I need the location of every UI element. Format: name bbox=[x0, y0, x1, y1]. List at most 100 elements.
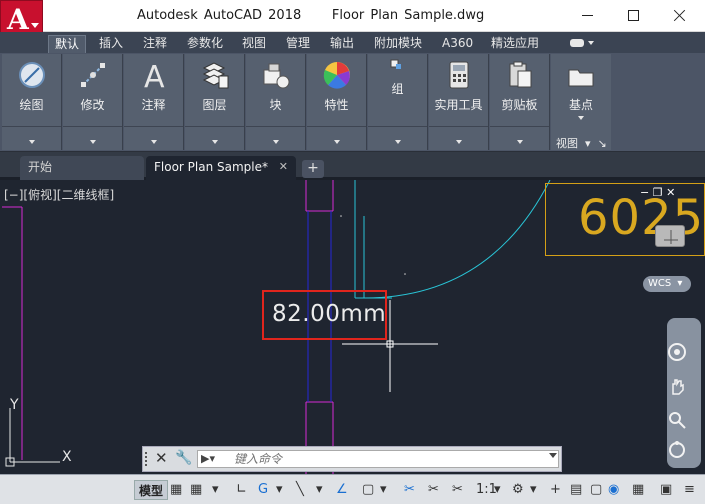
tab-floor-plan-sample[interactable]: Floor Plan Sample* ✕ bbox=[146, 156, 296, 180]
orbit-icon[interactable] bbox=[667, 440, 687, 460]
ribbon-group-expander[interactable] bbox=[368, 126, 427, 150]
tab-default[interactable]: 默认 bbox=[48, 35, 87, 53]
chevron-down-icon[interactable]: ▾ bbox=[212, 481, 219, 499]
isolate-objects-icon[interactable]: ▤ bbox=[570, 481, 582, 499]
minimize-icon[interactable]: − bbox=[640, 186, 649, 199]
customize-menu-icon[interactable]: ≡ bbox=[684, 481, 695, 499]
plus-icon[interactable]: + bbox=[550, 481, 561, 499]
viewport-controls-label[interactable]: [−][俯视][二维线框] bbox=[4, 186, 114, 203]
clean-screen-icon[interactable]: ◉ bbox=[608, 481, 619, 499]
chevron-down-icon[interactable]: ▾ bbox=[530, 481, 537, 499]
ribbon-group-label: 特性 bbox=[324, 98, 349, 112]
chevron-down-icon[interactable]: ▾ bbox=[494, 481, 501, 499]
layers-icon bbox=[202, 62, 228, 89]
tab-view[interactable]: 视图 bbox=[236, 35, 272, 53]
ortho-icon[interactable]: ∟ bbox=[236, 481, 247, 499]
chevron-down-icon bbox=[588, 41, 594, 45]
ribbon-group-utilities[interactable]: 实用工具 bbox=[429, 54, 489, 150]
ribbon-group-expander[interactable] bbox=[124, 126, 183, 150]
ribbon-group-draw[interactable]: 绘图 bbox=[2, 54, 62, 150]
chevron-down-icon[interactable]: ▾ bbox=[276, 481, 283, 499]
annotation-visibility-icon[interactable]: ✂ bbox=[404, 481, 415, 499]
autocad-window: A Autodesk AutoCAD 2018 Floor Plan Sampl… bbox=[0, 0, 705, 504]
grid-icon[interactable]: ▦ bbox=[170, 481, 182, 499]
snap-icon[interactable]: ▦ bbox=[190, 481, 202, 499]
ribbon-group-properties[interactable]: 特性 bbox=[307, 54, 367, 150]
ribbon-group-expander[interactable] bbox=[429, 126, 488, 150]
modify-icon bbox=[80, 63, 105, 87]
ribbon-group-expander[interactable] bbox=[2, 126, 61, 150]
properties-panel-icon[interactable]: ▦ bbox=[632, 481, 644, 499]
wrench-icon[interactable]: 🔧 bbox=[175, 450, 192, 466]
ribbon-group-expander[interactable] bbox=[246, 126, 305, 150]
zoom-icon[interactable] bbox=[667, 410, 687, 430]
view-panel-label[interactable]: 视图 ▾ ↘ bbox=[556, 135, 607, 151]
lineweight-icon[interactable]: ∠ bbox=[336, 481, 348, 499]
ribbon-group-label: 修改 bbox=[80, 98, 105, 112]
drag-handle-icon[interactable] bbox=[145, 452, 151, 466]
chevron-down-icon bbox=[516, 140, 523, 144]
chevron-down-icon: ▾ bbox=[677, 278, 683, 289]
tab-insert[interactable]: 插入 bbox=[93, 35, 129, 53]
ribbon-group-modify[interactable]: 修改 bbox=[63, 54, 123, 150]
prompt-icon[interactable]: ▶▾ bbox=[201, 452, 215, 465]
chevron-down-icon bbox=[394, 140, 401, 144]
wcs-menu[interactable]: WCS ▾ bbox=[643, 276, 691, 292]
title-bar: A Autodesk AutoCAD 2018 Floor Plan Sampl… bbox=[0, 0, 705, 38]
ribbon-group-block[interactable]: 块 bbox=[246, 54, 306, 150]
ribbon-group-label: 图层 bbox=[202, 98, 227, 112]
steering-wheel-icon[interactable] bbox=[667, 342, 687, 362]
cyan-door-arc bbox=[363, 180, 551, 299]
ribbon-group-layers[interactable]: 图层 bbox=[185, 54, 245, 150]
drawing-canvas[interactable]: Y X [−][俯视][二维线框] 82.00mm 6025 − ❐ ✕ WCS… bbox=[0, 180, 705, 474]
ribbon-group-expander[interactable] bbox=[185, 126, 244, 150]
selection-cycling-icon[interactable]: ▢ bbox=[362, 481, 374, 499]
chevron-down-icon[interactable]: ▾ bbox=[380, 481, 387, 499]
ribbon-group-annotate[interactable]: A 注释 bbox=[124, 54, 184, 150]
object-snap-icon[interactable]: ╲ bbox=[296, 481, 304, 499]
ribbon-minimize-toggle[interactable] bbox=[566, 36, 598, 50]
close-icon[interactable]: ✕ bbox=[666, 186, 675, 199]
ribbon-group-clipboard[interactable]: 剪贴板 bbox=[490, 54, 550, 150]
tab-output[interactable]: 输出 bbox=[324, 35, 360, 53]
close-button[interactable] bbox=[657, 0, 702, 32]
close-icon[interactable]: ✕ bbox=[155, 449, 168, 467]
clipboard-icon bbox=[509, 61, 531, 88]
dimension-text: 82.00mm bbox=[272, 301, 387, 327]
restore-icon[interactable]: ❐ bbox=[653, 186, 663, 199]
pan-hand-icon[interactable] bbox=[667, 376, 687, 396]
auto-scale-icon[interactable]: ✂ bbox=[428, 481, 439, 499]
tab-a360[interactable]: A360 bbox=[436, 35, 479, 53]
wcs-label: WCS bbox=[648, 278, 672, 289]
fullscreen-icon[interactable]: ▣ bbox=[660, 481, 672, 499]
ribbon-group-label: 块 bbox=[269, 98, 282, 112]
minimize-button[interactable] bbox=[565, 0, 610, 32]
viewcube[interactable] bbox=[655, 225, 685, 247]
tab-start-label: 开始 bbox=[28, 160, 53, 174]
tab-featured-apps[interactable]: 精选应用 bbox=[485, 35, 545, 53]
ribbon-group-expander[interactable] bbox=[490, 126, 549, 150]
ribbon-group-label: 组 bbox=[391, 82, 404, 96]
chevron-down-icon[interactable]: ▾ bbox=[316, 481, 323, 499]
viewport-window-controls: − ❐ ✕ bbox=[640, 186, 675, 199]
tab-addins[interactable]: 附加模块 bbox=[368, 35, 428, 53]
chevron-down-icon[interactable] bbox=[549, 453, 557, 458]
tab-start[interactable]: 开始 bbox=[20, 156, 144, 180]
model-space-button[interactable]: 模型 bbox=[134, 480, 169, 500]
gear-icon[interactable]: ⚙ bbox=[512, 481, 524, 499]
annotation-scale-icon[interactable]: ✂ bbox=[452, 481, 463, 499]
tab-manage[interactable]: 管理 bbox=[280, 35, 316, 53]
tab-annotate[interactable]: 注释 bbox=[137, 35, 173, 53]
ribbon-group-expander[interactable] bbox=[63, 126, 122, 150]
chevron-down-icon bbox=[211, 140, 218, 144]
command-input[interactable] bbox=[234, 452, 534, 466]
ribbon-group-group[interactable]: 组 bbox=[368, 54, 428, 150]
ribbon-group-expander[interactable] bbox=[307, 126, 366, 150]
close-icon[interactable]: ✕ bbox=[279, 156, 288, 178]
maximize-button[interactable] bbox=[611, 0, 656, 32]
new-tab-button[interactable]: + bbox=[302, 160, 324, 178]
hardware-acceleration-icon[interactable]: ▢ bbox=[590, 481, 602, 499]
polar-tracking-icon[interactable]: G bbox=[258, 481, 268, 499]
tab-parametric[interactable]: 参数化 bbox=[181, 35, 229, 53]
ribbon-group-label: 实用工具 bbox=[434, 98, 483, 112]
